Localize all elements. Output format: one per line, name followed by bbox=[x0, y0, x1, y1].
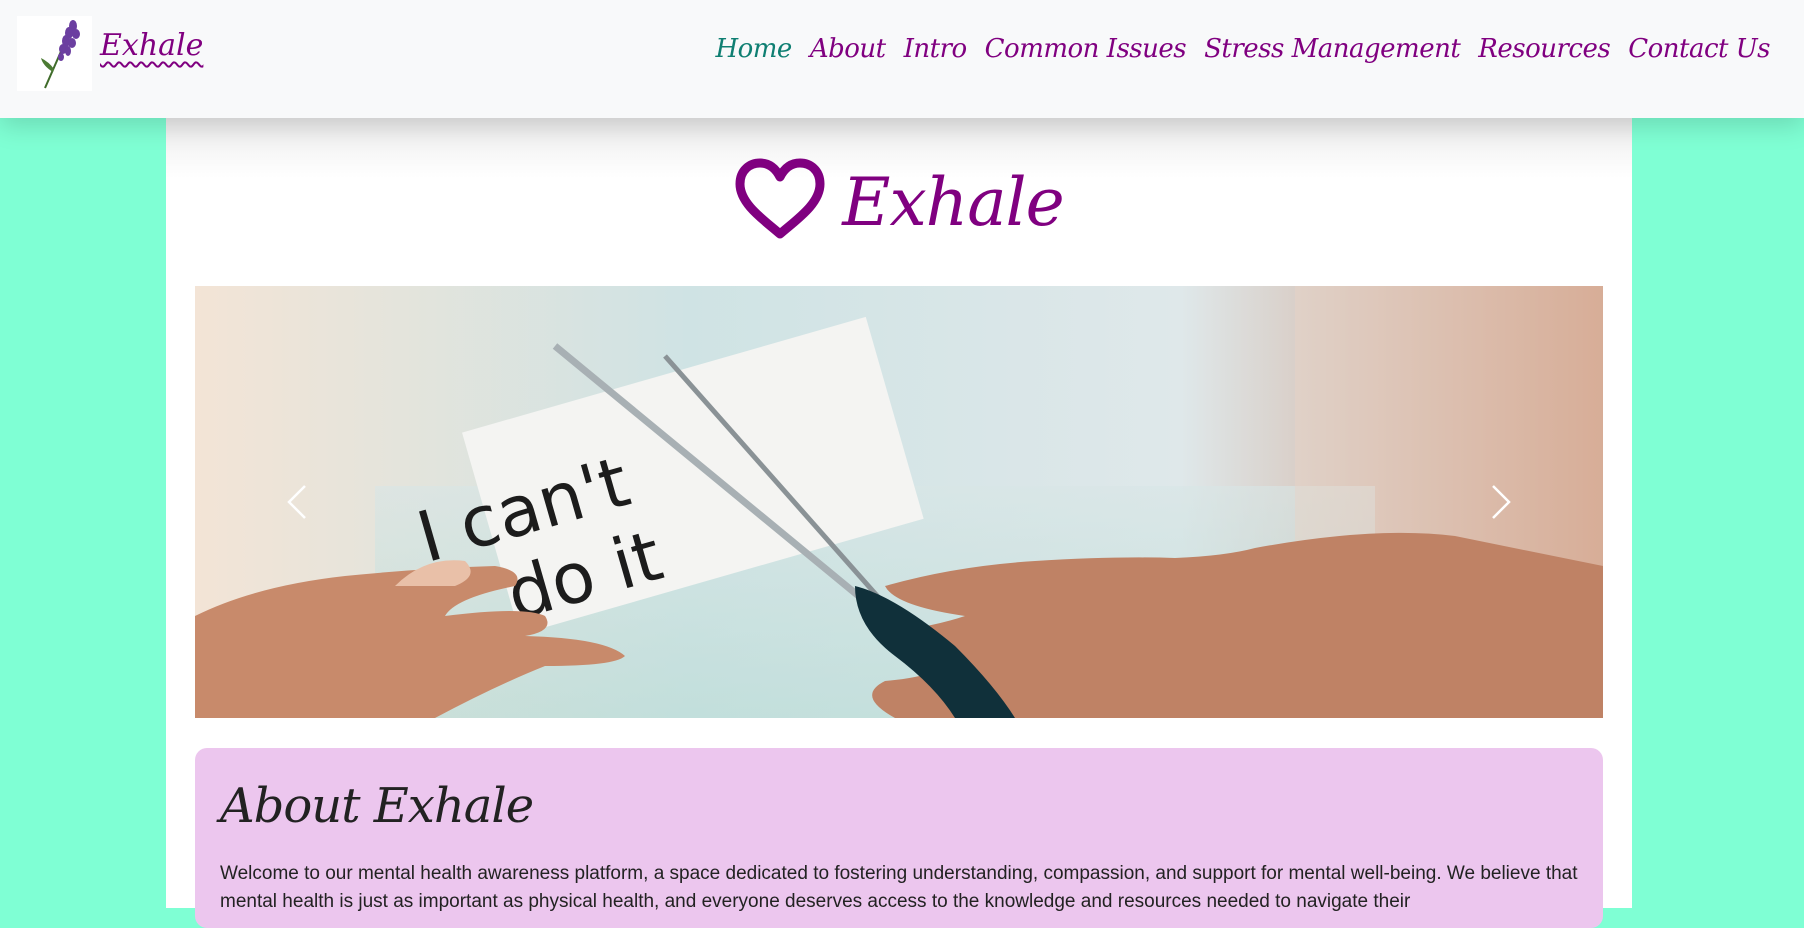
brand-link[interactable]: Exhale bbox=[17, 16, 203, 92]
heart-outline-icon bbox=[734, 158, 826, 247]
navbar: Exhale Home About Intro Common Issues St… bbox=[0, 0, 1804, 118]
hero-title: Exhale bbox=[166, 158, 1632, 247]
about-section: About Exhale Welcome to our mental healt… bbox=[195, 748, 1603, 928]
nav-item-home: Home bbox=[715, 34, 792, 64]
nav-item-intro: Intro bbox=[904, 34, 968, 64]
nav-link-home[interactable]: Home bbox=[715, 34, 792, 64]
about-heading: About Exhale bbox=[220, 778, 534, 834]
nav-item-contact-us: Contact Us bbox=[1628, 34, 1770, 64]
nav-menu: Home About Intro Common Issues Stress Ma… bbox=[715, 34, 1770, 64]
nav-item-common-issues: Common Issues bbox=[985, 34, 1187, 64]
nav-link-stress-management[interactable]: Stress Management bbox=[1204, 34, 1461, 64]
chevron-right-icon bbox=[1492, 485, 1511, 519]
nav-link-common-issues[interactable]: Common Issues bbox=[985, 34, 1187, 64]
nav-item-about: About bbox=[810, 34, 886, 64]
nav-link-resources[interactable]: Resources bbox=[1478, 34, 1610, 64]
chevron-left-icon bbox=[287, 485, 306, 519]
carousel-next-button[interactable] bbox=[1481, 478, 1521, 526]
nav-link-contact-us[interactable]: Contact Us bbox=[1628, 34, 1770, 64]
brand-name: Exhale bbox=[100, 28, 204, 63]
carousel-slide-image: I can't do it bbox=[195, 286, 1603, 718]
image-carousel[interactable]: I can't do it bbox=[195, 286, 1603, 718]
lavender-sprig-icon bbox=[17, 16, 92, 91]
nav-link-about[interactable]: About bbox=[810, 34, 886, 64]
hero-heading: Exhale bbox=[842, 164, 1064, 241]
nav-item-resources: Resources bbox=[1478, 34, 1610, 64]
carousel-prev-button[interactable] bbox=[277, 478, 317, 526]
main-container: Exhale I can't do it About Exhale Welcom… bbox=[166, 118, 1632, 928]
nav-item-stress-management: Stress Management bbox=[1204, 34, 1461, 64]
nav-link-intro[interactable]: Intro bbox=[904, 34, 968, 64]
